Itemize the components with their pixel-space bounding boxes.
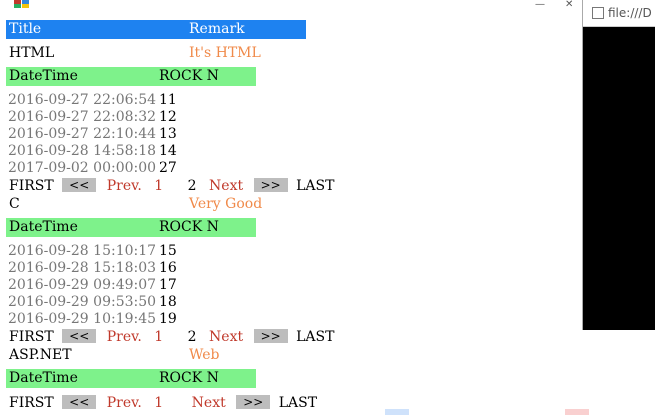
pager-next-button[interactable]: >> <box>253 329 288 343</box>
minimize-icon[interactable]: — <box>535 0 545 10</box>
pager-last-link[interactable]: LAST <box>279 395 317 411</box>
group-title: C <box>9 196 20 212</box>
pager-page-link[interactable]: 2 <box>188 178 197 194</box>
close-icon[interactable]: ✕ <box>565 0 575 10</box>
pager-prev-button[interactable]: << <box>62 178 97 192</box>
pager-page-link[interactable]: 2 <box>188 329 197 345</box>
pager-current-page: 1 <box>154 329 164 345</box>
sub-grid-header: DateTime ROCK N <box>6 369 256 388</box>
pager: FIRST << Prev. 1 2 Next >> LAST <box>9 177 334 196</box>
clipped-cell <box>565 409 589 415</box>
group-remark: It's HTML <box>189 45 261 61</box>
pager-next-link[interactable]: Next <box>209 178 243 194</box>
title-column-header: Title <box>9 21 42 37</box>
datetime-column-header: DateTime <box>9 68 78 84</box>
grid-header: Title Remark <box>6 20 306 39</box>
pager-current-page: 1 <box>154 178 164 194</box>
browser-address-bar[interactable]: file:///D <box>583 0 655 27</box>
sub-grid-header: DateTime ROCK N <box>6 218 256 237</box>
pager-current-page: 1 <box>154 395 164 411</box>
rockn-column-header: ROCK N <box>159 370 219 386</box>
datetime-column-header: DateTime <box>9 370 78 386</box>
page-icon <box>592 6 604 19</box>
group-title: ASP.NET <box>9 347 72 363</box>
clipped-cell <box>385 409 409 415</box>
remark-column-header: Remark <box>189 21 245 37</box>
datetime-column-header: DateTime <box>9 219 78 235</box>
group-title: HTML <box>9 45 55 61</box>
rockn-column-header: ROCK N <box>159 68 219 84</box>
pager-first-link[interactable]: FIRST <box>9 395 54 411</box>
pager-first-link[interactable]: FIRST <box>9 178 54 194</box>
pager-last-link[interactable]: LAST <box>296 329 334 345</box>
pager-prev-button[interactable]: << <box>62 329 97 343</box>
pager-next-button[interactable]: >> <box>253 178 288 192</box>
browser-window[interactable]: file:///D <box>582 0 655 330</box>
pager-prev-link[interactable]: Prev. <box>107 178 142 194</box>
sub-grid-header: DateTime ROCK N <box>6 67 256 86</box>
browser-address-text: file:///D <box>608 6 652 20</box>
table-row-value: 19 <box>159 311 177 327</box>
pager: FIRST << Prev. 1 2 Next >> LAST <box>9 328 334 347</box>
pager-prev-link[interactable]: Prev. <box>107 329 142 345</box>
table-row-date: 2016-09-29 10:19:45 <box>8 311 157 327</box>
group-remark: Web <box>189 347 220 363</box>
table-row-date: 2017-09-02 00:00:00 <box>8 160 157 176</box>
table-row-value: 27 <box>159 160 177 176</box>
pager-prev-link[interactable]: Prev. <box>107 395 142 411</box>
pager-last-link[interactable]: LAST <box>296 178 334 194</box>
rockn-column-header: ROCK N <box>159 219 219 235</box>
pager-next-link[interactable]: Next <box>209 329 243 345</box>
pager: FIRST << Prev. 1 Next >> LAST <box>9 394 317 413</box>
pager-first-link[interactable]: FIRST <box>9 329 54 345</box>
pager-next-button[interactable]: >> <box>236 395 271 409</box>
pager-next-link[interactable]: Next <box>192 395 226 411</box>
pager-prev-button[interactable]: << <box>62 395 97 409</box>
group-remark: Very Good <box>189 196 263 212</box>
app-icon <box>14 0 30 8</box>
